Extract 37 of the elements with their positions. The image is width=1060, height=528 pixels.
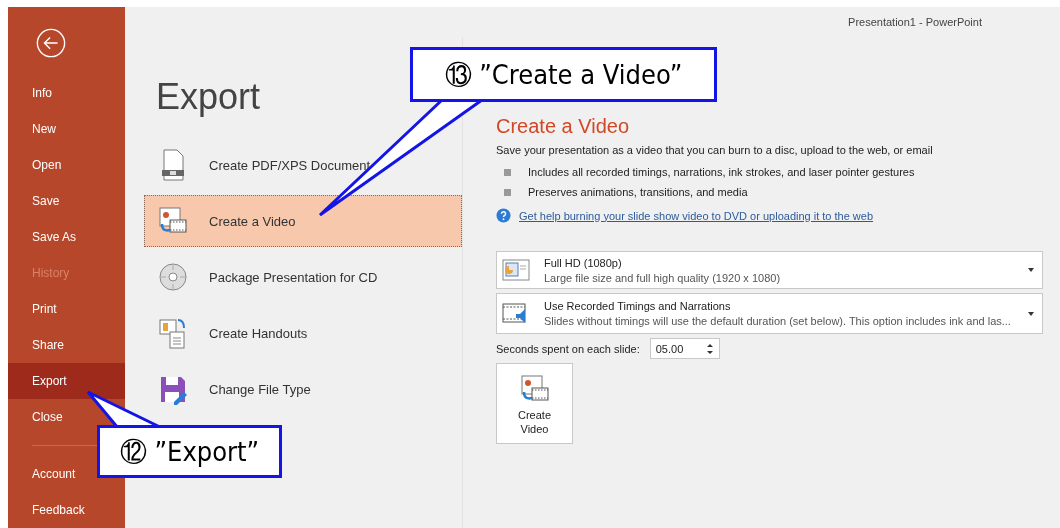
sidebar-item[interactable]: Export bbox=[8, 363, 125, 400]
window-title: Presentation1 - PowerPoint bbox=[848, 16, 982, 28]
bullet-text: Includes all recorded timings, narrations, ink strokes, and laser pointer gestures bbox=[528, 166, 915, 178]
handouts-icon bbox=[158, 316, 188, 350]
disc-icon bbox=[158, 260, 188, 294]
sidebar-item[interactable]: Feedback bbox=[8, 492, 89, 528]
export-option[interactable]: Package Presentation for CD bbox=[144, 251, 462, 303]
dropdown[interactable]: Use Recorded Timings and Narrations Slides without timings will use the default duration (set below). This option includes ink and las... bbox=[496, 293, 1043, 334]
export-option[interactable]: Create Handouts bbox=[144, 307, 462, 359]
export-option[interactable]: Change File Type bbox=[144, 363, 462, 415]
sidebar-item[interactable]: Account bbox=[8, 456, 80, 492]
bullet-text: Preserves animations, transitions, and media bbox=[528, 186, 748, 198]
help-link[interactable]: Get help burning your slide show video to DVD or uploading it to the web bbox=[519, 209, 874, 222]
callout-label: ⑬ ”Create a Video” bbox=[410, 47, 717, 102]
sidebar-item[interactable]: Info bbox=[8, 75, 125, 112]
sidebar-item[interactable]: Save bbox=[8, 183, 125, 220]
export-option[interactable]: Create PDF/XPS Document bbox=[144, 139, 462, 191]
sidebar-item[interactable]: Open bbox=[8, 147, 125, 184]
seconds-spinner[interactable]: 05.00 bbox=[649, 338, 720, 359]
spinner-arrows-icon bbox=[705, 341, 714, 356]
bullet-icon bbox=[504, 188, 511, 196]
dropdown[interactable]: Full HD (1080p) Large file size and full high quality (1920 x 1080) bbox=[496, 251, 1043, 289]
sidebar-item[interactable]: New bbox=[8, 111, 125, 148]
slide-icon bbox=[502, 259, 530, 281]
section-heading: Create a Video bbox=[496, 114, 631, 138]
seconds-label: Seconds spent on each slide: bbox=[496, 342, 640, 355]
export-option[interactable]: Create a Video bbox=[144, 195, 462, 247]
sidebar-item[interactable]: Save As bbox=[8, 219, 125, 256]
create-video-button[interactable]: Create Video bbox=[496, 363, 573, 444]
caret-icon bbox=[1028, 311, 1034, 316]
sidebar-item[interactable]: Print bbox=[8, 291, 125, 328]
help-icon bbox=[496, 208, 511, 223]
description: Save your presentation as a video that you can burn to a disc, upload to the web, or email bbox=[496, 143, 934, 158]
caret-icon bbox=[1028, 268, 1034, 272]
page-title: Export bbox=[156, 77, 262, 117]
bullet-icon bbox=[504, 168, 511, 176]
sidebar-item[interactable]: Share bbox=[8, 327, 125, 364]
